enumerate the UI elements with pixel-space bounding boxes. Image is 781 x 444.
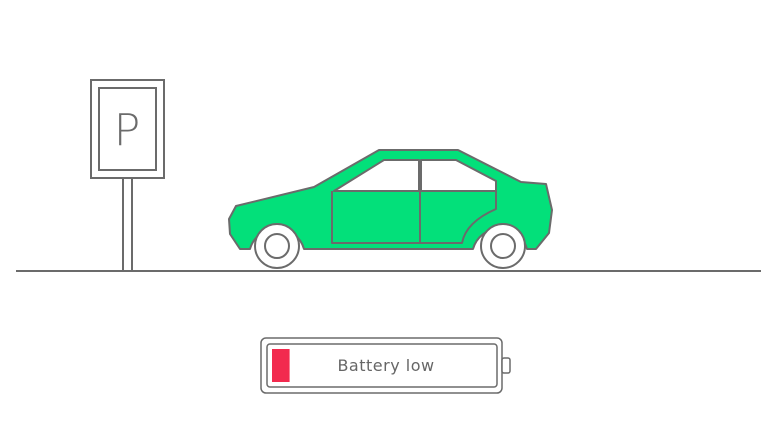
parking-sign-icon: P [90, 79, 165, 272]
battery-icon: Battery low [260, 337, 511, 394]
car-icon [228, 149, 553, 269]
battery-charge-level [272, 349, 290, 382]
battery-terminal [501, 357, 511, 374]
car-front-wheel [480, 223, 526, 269]
parking-sign-post [122, 177, 133, 272]
parking-scene: P Battery low [16, 79, 761, 394]
battery-status-label: Battery low [337, 356, 434, 375]
car-rear-wheel [254, 223, 300, 269]
parking-sign-letter: P [114, 105, 141, 156]
